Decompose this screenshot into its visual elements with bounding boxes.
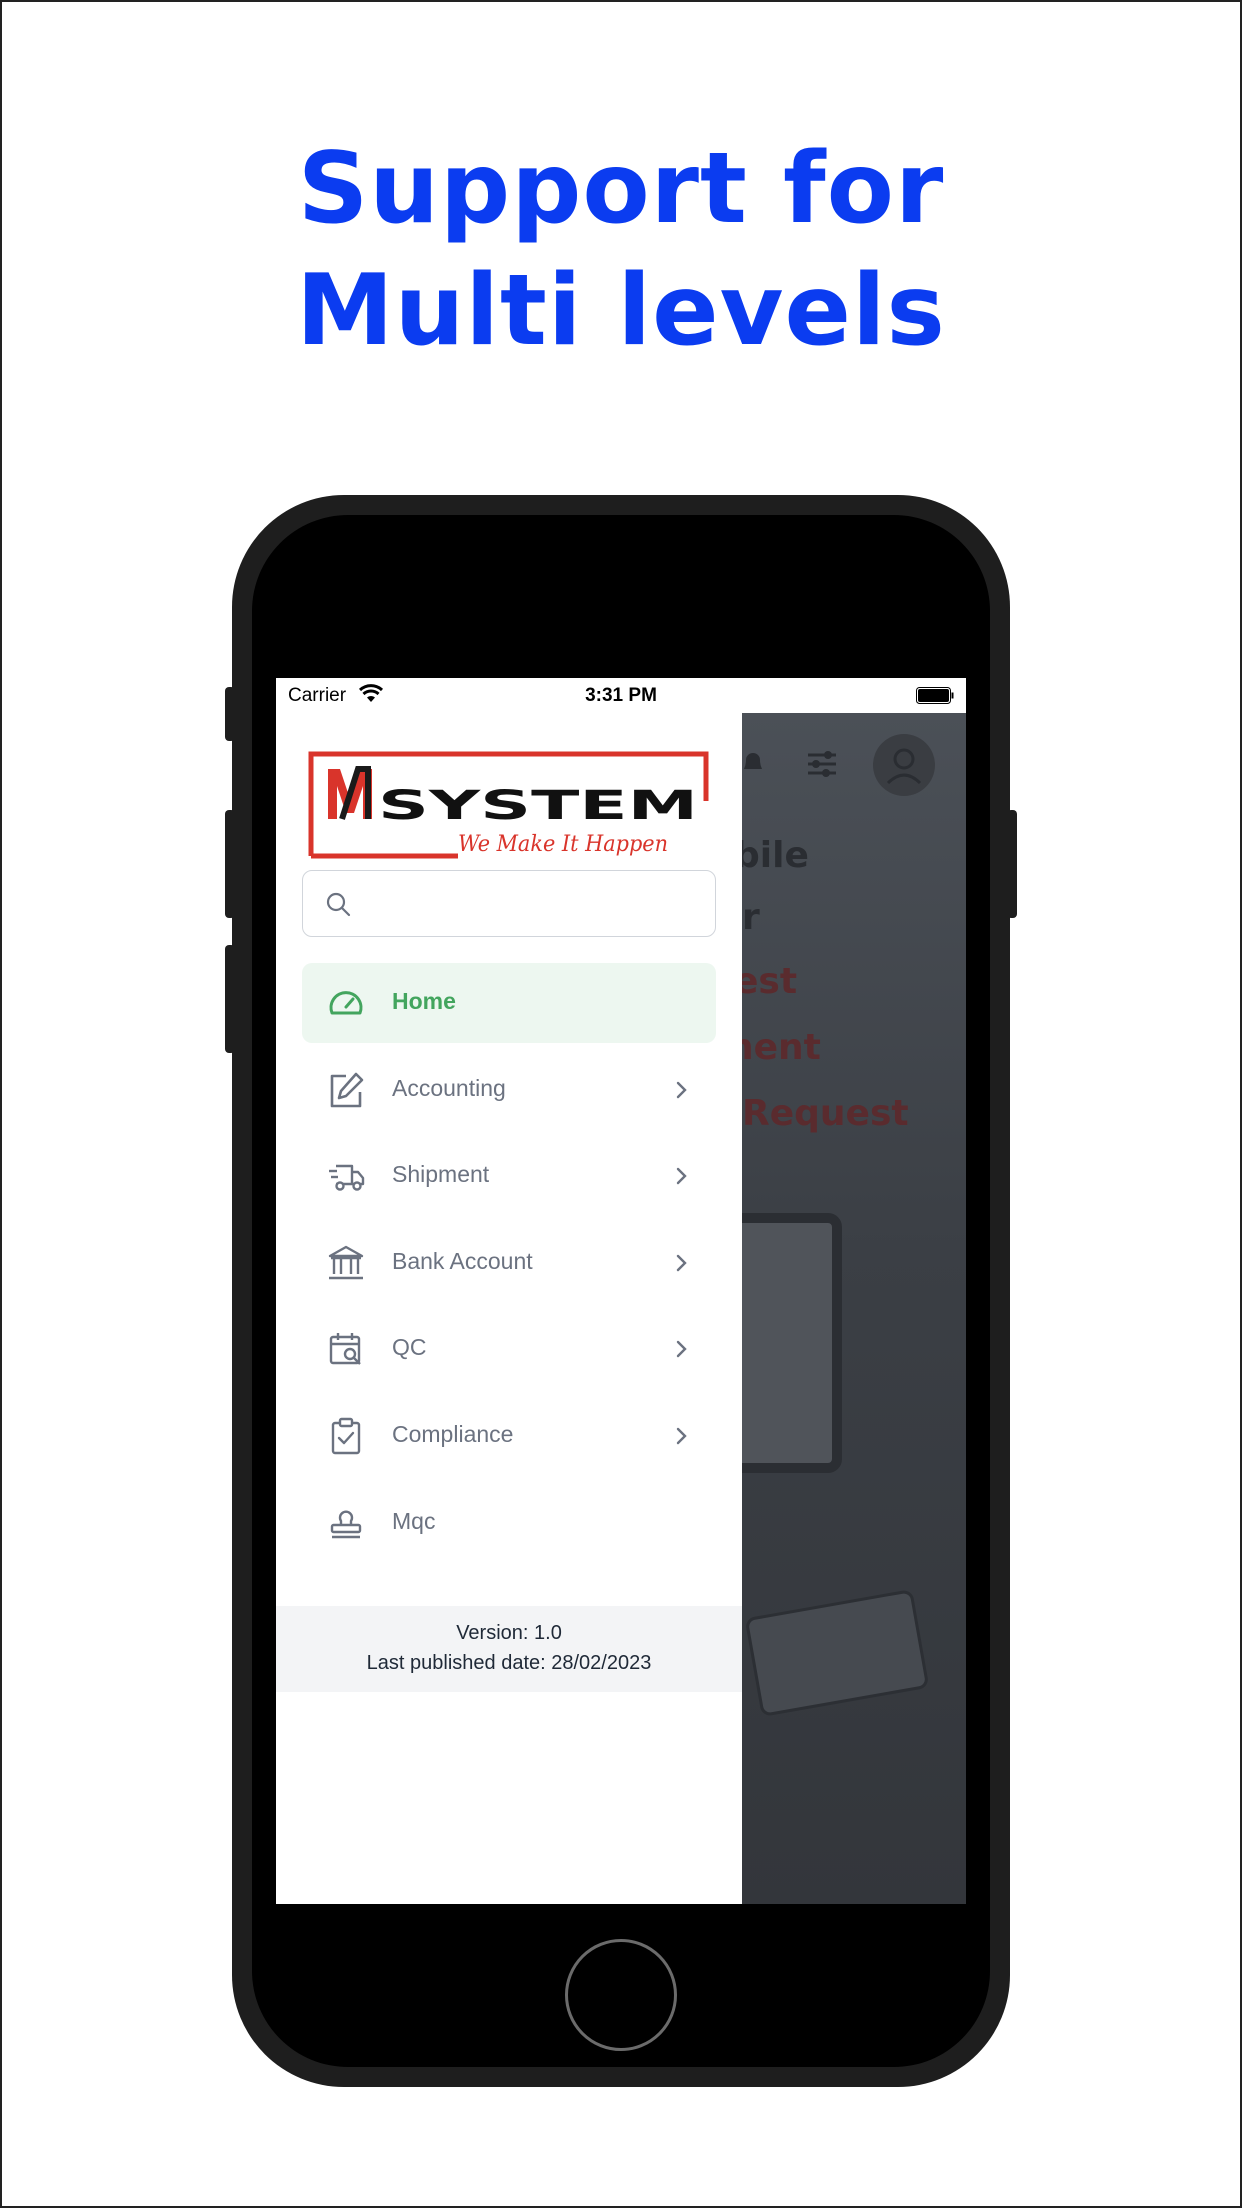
chevron-right-icon — [676, 1341, 687, 1358]
phone-illustration — [744, 1588, 930, 1718]
app-info-footer: Version: 1.0 Last published date: 28/02/… — [276, 1606, 742, 1692]
clock: 3:31 PM — [585, 685, 657, 706]
svg-text:We Make It Happen: We Make It Happen — [458, 832, 668, 857]
menu-item-label: Home — [392, 988, 456, 1014]
bg-text-line-5: Request — [742, 1093, 909, 1134]
volume-up-button — [225, 810, 235, 918]
bell-icon — [744, 753, 762, 769]
menu-item-label: Bank Account — [392, 1247, 533, 1274]
bg-text-line-4: nent — [742, 1027, 821, 1068]
mute-switch — [225, 687, 235, 741]
svg-text:SYSTEM: SYSTEM — [378, 783, 698, 829]
stamp-icon — [330, 1510, 362, 1538]
menu-item-bank-account[interactable]: Bank Account — [302, 1223, 716, 1303]
home-button[interactable] — [565, 1939, 677, 2051]
bg-text-line-2: r — [742, 897, 760, 938]
search-icon — [326, 892, 351, 917]
menu-item-compliance[interactable]: Compliance — [302, 1396, 716, 1476]
clipboard-check-icon — [331, 1417, 361, 1455]
speedometer-icon — [329, 991, 363, 1015]
bank-icon — [328, 1245, 364, 1279]
headline: Support for Multi levels — [0, 128, 1242, 372]
chevron-right-icon — [676, 1254, 687, 1271]
headline-line-1: Support for — [297, 132, 945, 246]
laptop-illustration — [742, 1213, 842, 1473]
chevron-right-icon — [676, 1427, 687, 1445]
menu-item-label: Accounting — [392, 1074, 506, 1101]
bg-text-line-3: est — [742, 961, 798, 1002]
battery-icon — [916, 687, 954, 704]
headline-line-2: Multi levels — [296, 254, 946, 368]
status-bar: Carrier 3:31 PM — [276, 678, 966, 713]
version-label: Version: 1.0 — [456, 1622, 562, 1644]
published-date-label: Last published date: 28/02/2023 — [366, 1652, 652, 1674]
menu-item-home[interactable]: Home — [302, 963, 716, 1043]
menu-item-label: QC — [392, 1334, 427, 1361]
bg-text-line-1: bile — [742, 835, 809, 876]
menu-item-accounting[interactable]: Accounting — [302, 1050, 716, 1130]
dimmed-background-content[interactable]: bile r est nent Request — [742, 713, 966, 1904]
chevron-right-icon — [676, 1081, 687, 1098]
user-avatar-icon — [873, 734, 935, 796]
power-button — [1007, 810, 1017, 918]
search-field[interactable] — [302, 870, 716, 937]
edit-icon — [330, 1072, 364, 1107]
menu-list: Home Accounting Shipment Bank Account QC… — [302, 963, 716, 1569]
menu-item-label: Mqc — [392, 1507, 436, 1534]
company-logo: SYSTEM We Make It Happen — [308, 751, 709, 859]
search-input[interactable] — [363, 883, 703, 925]
truck-icon — [329, 1164, 365, 1191]
chevron-right-icon — [676, 1167, 687, 1185]
volume-down-button — [225, 945, 235, 1053]
filter-icon — [808, 751, 836, 777]
navigation-drawer: SYSTEM We Make It Happen Home Accounting… — [276, 713, 742, 1904]
menu-item-qc[interactable]: QC — [302, 1309, 716, 1389]
menu-item-shipment[interactable]: Shipment — [302, 1136, 716, 1216]
phone-screen: Carrier 3:31 PM bile r est ent Request S… — [276, 678, 966, 1904]
menu-item-label: Shipment — [392, 1161, 490, 1188]
calendar-search-icon — [329, 1333, 361, 1366]
menu-item-label: Compliance — [392, 1420, 514, 1447]
menu-item-mqc[interactable]: Mqc — [302, 1483, 716, 1563]
